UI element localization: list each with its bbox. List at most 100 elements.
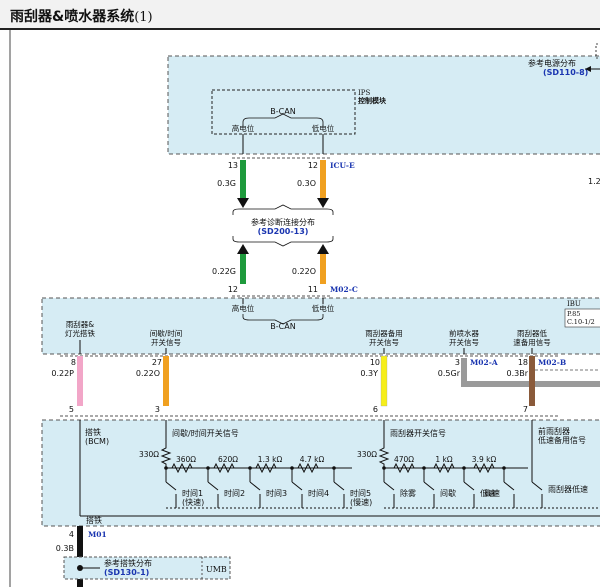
sig5-line1: 雨刮器低: [517, 328, 547, 338]
sw-pin-3: 3: [155, 405, 160, 414]
r330b-label: 330Ω: [357, 450, 377, 459]
wiring-diagram: 参考电源分布 (SD110-8) IPS 控制模块 B-CAN 高电位 低电位 …: [9, 30, 600, 587]
wiper-signal-label: 雨刮器开关信号: [390, 428, 446, 438]
ibu-pin-right: 11: [308, 285, 318, 294]
pin-27: 27: [152, 358, 162, 367]
sig3-line1: 雨刮器备用: [365, 328, 403, 338]
m01-code: M01: [88, 530, 107, 539]
time2-label: 时间2: [224, 488, 245, 498]
ips-bcan-label: B-CAN: [270, 107, 295, 116]
ips-module-box: [167, 55, 600, 155]
ground-bottom-label: 搭铁: [86, 515, 102, 525]
umb-label: UMB: [206, 565, 227, 574]
diag-ref-code: (SD200-13): [258, 227, 309, 236]
pin-6: 6: [373, 405, 378, 414]
int-signal-label: 间歇/时间开关信号: [172, 428, 239, 438]
ips-label: IPS: [358, 89, 370, 97]
mist-label: 除雾: [400, 488, 416, 498]
ips-low-label: 低电位: [312, 123, 335, 133]
icu-wire-right: 0.3O: [297, 179, 316, 188]
ips-high-label: 高电位: [232, 123, 255, 133]
r620-label: 620Ω: [218, 455, 238, 464]
pin-10: 10: [370, 358, 380, 367]
sig1-line1: 雨刮器&: [66, 319, 94, 329]
wire-orange-top: [320, 160, 326, 198]
sig1-line2: 灯光搭铁: [65, 328, 95, 338]
high-label: 高速: [484, 488, 500, 498]
wire-label-022p: 0.22P: [51, 369, 74, 378]
ibu-bcan-label: B-CAN: [270, 322, 295, 331]
wire-orange-signal: [163, 356, 169, 406]
pin-3: 3: [455, 358, 460, 367]
m02b-code: M02-B: [538, 358, 566, 367]
ibu-pin-left: 12: [228, 285, 238, 294]
r1k3-label: 1.3 kΩ: [258, 455, 283, 464]
arrow-orange-up: [317, 244, 329, 254]
pin-7: 7: [523, 405, 528, 414]
wire-label-03y: 0.3Y: [360, 369, 378, 378]
arrow-orange-down: [317, 198, 329, 208]
ibu-high-label: 高电位: [232, 303, 255, 313]
wire-green-top: [240, 160, 246, 198]
pin-4: 4: [69, 530, 74, 539]
ground-ref-text: 参考搭铁分布: [104, 558, 152, 568]
wire-pink: [77, 356, 83, 406]
front-label-2: 低速备用信号: [538, 435, 586, 445]
front-label-1: 前雨刮器: [538, 426, 570, 436]
cutoff-label: 1.2: [588, 177, 600, 186]
diag-ref-text: 参考诊断连接分布: [251, 217, 315, 227]
ibu-connector-code: M02-C: [330, 285, 358, 294]
wire-yellow: [380, 355, 388, 407]
sig4-line2: 开关信号: [449, 337, 479, 347]
icu-pin-right: 12: [308, 161, 318, 170]
wire-brown: [529, 356, 535, 406]
icu-wire-left: 0.3G: [217, 179, 236, 188]
pin-8: 8: [71, 358, 76, 367]
sig3-line2: 开关信号: [369, 337, 399, 347]
ibu-name: IBU: [567, 300, 581, 308]
ibu-low-label: 低电位: [312, 303, 335, 313]
power-ref-text: 参考电源分布: [528, 58, 576, 68]
diag-brace-top: [232, 204, 334, 215]
ground-ref-code: (SD130-1): [104, 568, 149, 577]
ibu-wire-right: 0.22O: [292, 267, 316, 276]
m02a-code: M02-A: [470, 358, 498, 367]
wire-label-022o: 0.22O: [136, 369, 160, 378]
wire-green-mid: [240, 254, 246, 284]
r470-label: 470Ω: [394, 455, 414, 464]
time3-label: 时间3: [266, 488, 287, 498]
time1-label: 时间1: [182, 488, 203, 498]
power-ref-code: (SD110-8): [543, 68, 588, 77]
r330a-label: 330Ω: [139, 450, 159, 459]
sig2-line1: 间歇/时间: [150, 328, 183, 338]
wiper-low-label: 雨刮器低速: [548, 484, 588, 494]
time1-fast-label: (快速): [182, 497, 204, 507]
wire-label-05gr: 0.5Gr: [438, 369, 461, 378]
time4-label: 时间4: [308, 488, 329, 498]
sig2-line2: 开关信号: [151, 337, 181, 347]
arrow-green-down: [237, 198, 249, 208]
sig4-line1: 前喷水器: [449, 328, 479, 338]
ground-bcm-label: (BCM): [85, 437, 109, 446]
int-label: 间歇: [440, 488, 456, 498]
ibu-wire-left: 0.22G: [212, 267, 236, 276]
wire-label-03br: 0.3Br: [507, 369, 529, 378]
pin-18: 18: [518, 358, 528, 367]
ips-name: 控制模块: [358, 96, 387, 105]
pin-5: 5: [69, 405, 74, 414]
arrow-green-up: [237, 244, 249, 254]
sig5-line2: 速备用信号: [513, 337, 551, 347]
switch-module-box: [41, 419, 600, 527]
ground-label: 搭铁: [85, 427, 101, 437]
wire-label-03b: 0.3B: [56, 544, 74, 553]
icu-pin-left: 13: [228, 161, 238, 170]
r360-label: 360Ω: [176, 455, 196, 464]
ibu-page-ref1: P.85: [567, 310, 580, 318]
r1k-label: 1 kΩ: [435, 455, 452, 464]
diag-brace-bottom: [232, 236, 334, 247]
time5-slow-label: (慢速): [350, 497, 372, 507]
r4k7-label: 4.7 kΩ: [300, 455, 325, 464]
r3k9-label: 3.9 kΩ: [472, 455, 497, 464]
time5-label: 时间5: [350, 488, 371, 498]
icu-connector-code: ICU-E: [330, 161, 355, 170]
